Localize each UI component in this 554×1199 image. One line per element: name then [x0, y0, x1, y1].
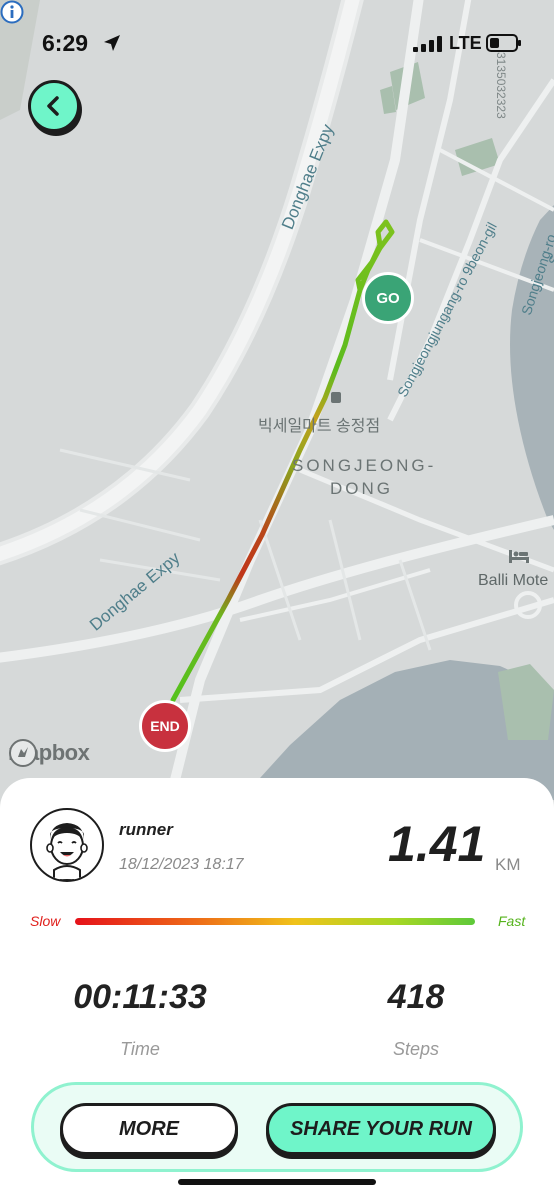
chevron-left-icon: [47, 96, 59, 116]
place-label-big-sale-mart: 빅세일마트 송정점: [258, 418, 381, 435]
place-label-district-line1: SONGJEONG-: [292, 456, 437, 475]
battery-icon: [486, 34, 521, 52]
run-date: 18/12/2023 18:17: [119, 856, 244, 873]
map-canvas: [0, 0, 554, 800]
speed-legend-slow: Slow: [30, 913, 61, 929]
time-label: Time: [120, 1039, 160, 1059]
mapbox-attribution[interactable]: mapbox: [8, 738, 90, 768]
share-run-button[interactable]: SHARE YOUR RUN: [266, 1103, 496, 1155]
time-value: 00:11:33: [73, 978, 207, 1016]
speed-legend-fast: Fast: [498, 913, 526, 929]
speed-legend-bar: [75, 918, 475, 925]
distance-value: 1.41: [388, 816, 486, 872]
distance-unit: KM: [495, 855, 521, 874]
route-map[interactable]: Donghae Expy Songjeongjungang-ro 9beon-g…: [0, 0, 554, 800]
user-name: runner: [119, 820, 173, 839]
status-bar: 6:29 LTE: [0, 0, 554, 80]
runner-avatar-illustration: [46, 823, 88, 880]
mapbox-logo-icon: [9, 739, 37, 767]
avatar[interactable]: [30, 808, 104, 882]
place-label-district-line2: DONG: [330, 479, 393, 498]
home-indicator[interactable]: [178, 1179, 376, 1185]
back-button[interactable]: [28, 80, 80, 132]
hotel-icon: [509, 550, 529, 563]
status-time: 6:29: [42, 30, 89, 56]
start-marker[interactable]: GO: [362, 272, 414, 324]
location-arrow-icon: [104, 35, 120, 51]
end-marker[interactable]: END: [139, 700, 191, 752]
signal-icon: [413, 36, 442, 52]
more-button[interactable]: MORE: [60, 1103, 238, 1155]
steps-label: Steps: [392, 1039, 440, 1059]
network-type: LTE: [449, 33, 482, 53]
place-label-balli-motel: Balli Mote: [478, 572, 549, 589]
steps-value: 418: [387, 978, 445, 1016]
